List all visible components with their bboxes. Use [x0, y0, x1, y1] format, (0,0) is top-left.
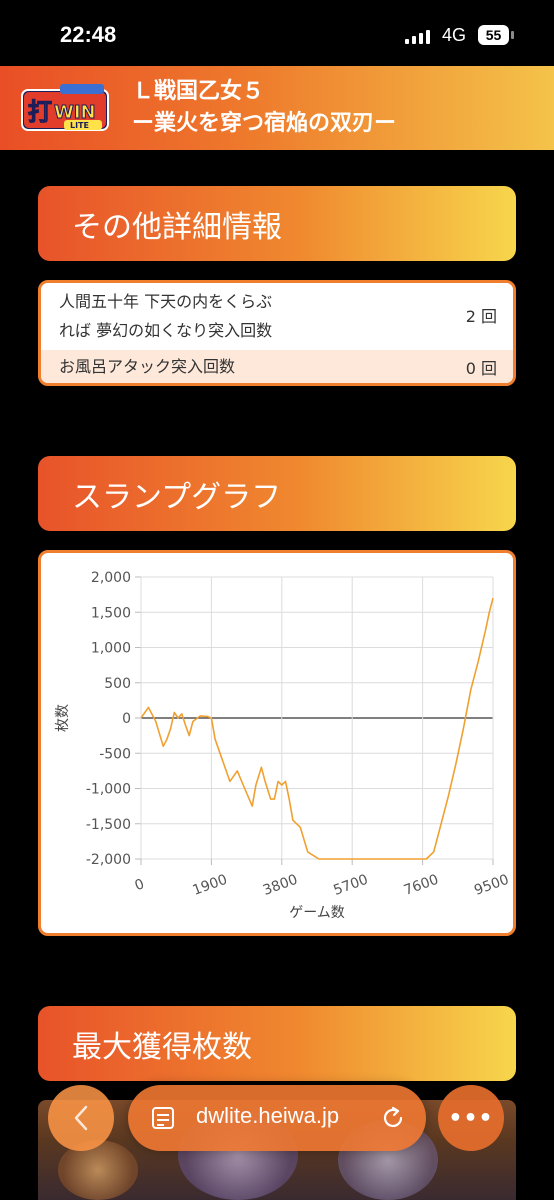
details-table: 人間五十年 下天の内をくらぶ れば 夢幻の如くなり突入回数 2 回 お風呂アタッ…	[38, 280, 516, 386]
status-bar: 22:48 4G 55	[0, 0, 554, 66]
app-header: 打 WIN LITE Ｌ戦国乙女５ ー業火を穿つ宿焔の双刃ー	[0, 66, 554, 150]
clock: 22:48	[60, 22, 117, 47]
url-text[interactable]: dwlite.heiwa.jp	[196, 1103, 339, 1129]
svg-text:打: 打	[28, 98, 52, 126]
reload-icon[interactable]	[380, 1105, 406, 1131]
app-logo[interactable]: 打 WIN LITE	[20, 82, 110, 136]
y-tick-label: -1,000	[86, 782, 131, 798]
table-row: お風呂アタック突入回数 0 回	[41, 350, 513, 383]
y-tick-label: 0	[122, 711, 131, 727]
y-tick-label: -2,000	[86, 852, 131, 868]
y-tick-label: -1,500	[86, 817, 131, 833]
row-value: 2 回	[465, 307, 497, 326]
row-label: 人間五十年 下天の内をくらぶ れば 夢幻の如くなり突入回数	[59, 292, 273, 340]
x-tick-label: 3800	[261, 872, 300, 899]
y-tick-label: 1,000	[91, 641, 131, 657]
address-bar[interactable]: dwlite.heiwa.jp	[128, 1085, 426, 1151]
x-tick-label: 9500	[472, 872, 511, 899]
details-heading: その他詳細情報	[72, 210, 282, 245]
x-tick-label: 0	[133, 876, 147, 894]
back-button[interactable]	[48, 1085, 114, 1151]
x-tick-label: 7600	[402, 872, 441, 899]
y-axis-title: 枚数	[55, 704, 71, 732]
svg-text:WIN: WIN	[54, 102, 96, 123]
x-tick-label: 1900	[191, 872, 230, 899]
slump-graph: 2,000 1,500 1,000 500 0 -500 -1,000 -1,500 -2,00…	[38, 550, 516, 936]
svg-text:LITE: LITE	[70, 121, 89, 130]
max-heading: 最大獲得枚数	[72, 1030, 252, 1065]
title-line2: ー業火を穿つ宿焔の双刃ー	[132, 111, 397, 136]
network-label: 4G	[442, 25, 467, 45]
signal-icon	[405, 28, 430, 44]
chevron-left-icon	[74, 1105, 88, 1131]
more-icon: •••	[448, 1105, 494, 1131]
slump-heading: スランプグラフ	[72, 480, 282, 515]
y-tick-label: 500	[104, 676, 131, 692]
x-tick-label: 5700	[331, 872, 370, 899]
y-tick-label: -500	[99, 746, 131, 762]
y-tick-label: 2,000	[91, 570, 131, 586]
title-line1: Ｌ戦国乙女５	[132, 79, 265, 104]
page-menu-icon[interactable]	[150, 1105, 176, 1131]
battery-icon: 55	[478, 25, 514, 45]
row-label: お風呂アタック突入回数	[59, 357, 236, 376]
slump-section-header: スランプグラフ	[38, 456, 516, 531]
max-section-header: 最大獲得枚数	[38, 1006, 516, 1081]
table-row: 人間五十年 下天の内をくらぶ れば 夢幻の如くなり突入回数 2 回	[41, 283, 513, 350]
row-value: 0 回	[465, 359, 497, 378]
x-axis-title: ゲーム数	[289, 905, 345, 921]
series-line	[140, 597, 494, 860]
more-button[interactable]: •••	[438, 1085, 504, 1151]
details-section-header: その他詳細情報	[38, 186, 516, 261]
y-tick-label: 1,500	[91, 605, 131, 621]
slump-chart: 2,000 1,500 1,000 500 0 -500 -1,000 -1,500 -2,00…	[55, 570, 511, 921]
battery-level: 55	[478, 25, 509, 45]
page-title: Ｌ戦国乙女５ ー業火を穿つ宿焔の双刃ー	[132, 76, 396, 140]
